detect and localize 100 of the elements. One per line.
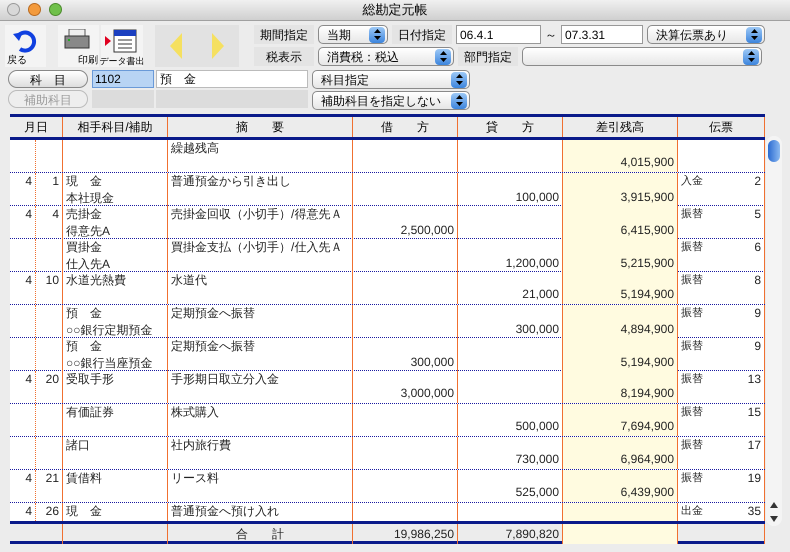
account-name: 賃借料	[66, 470, 103, 487]
vertical-scrollbar[interactable]	[766, 136, 782, 526]
stepper-icon	[435, 48, 451, 64]
left-triangle-icon	[170, 33, 182, 59]
slip-number: 9	[754, 305, 761, 322]
balance-cell: 6,415,900	[563, 206, 678, 240]
balance-cell: 6,964,900	[563, 437, 678, 469]
account-name: 売掛金	[66, 206, 103, 223]
slip-number: 5	[754, 206, 761, 223]
debit-cell: 3,000,000	[353, 371, 458, 403]
closing-entries-select[interactable]: 決算伝票あり	[647, 25, 765, 44]
slip-type: 振替	[681, 372, 703, 387]
slip-number: 6	[754, 239, 761, 256]
balance-cell: 5,215,900	[563, 239, 678, 273]
balance-cell: 3,915,900	[563, 173, 678, 207]
circular-arrow-icon	[12, 28, 38, 54]
day-cell: 10	[36, 272, 63, 304]
sub-account-name: ○○銀行定期預金	[66, 322, 154, 339]
balance-cell: 7,694,900	[563, 404, 678, 436]
account-name: 預 金	[66, 338, 103, 355]
month-cell: 4	[10, 470, 36, 502]
stepper-icon	[451, 72, 467, 88]
slip-type: 振替	[681, 438, 703, 453]
column-header: 月日	[10, 117, 63, 137]
export-button[interactable]: データ書出	[101, 25, 143, 67]
back-button[interactable]: 戻る	[5, 25, 46, 67]
account-button[interactable]: 科 目	[8, 70, 88, 88]
month-cell: 4	[10, 173, 36, 207]
description-cell: 買掛金支払（小切手）/仕入先Ａ	[168, 239, 353, 273]
description-cell: 普通預金から引き出し	[168, 173, 353, 207]
balance-cell: 5,194,900	[563, 272, 678, 304]
filter-label: 期間指定	[254, 25, 314, 44]
slip-type: 入金	[681, 174, 703, 189]
stepper-icon	[743, 48, 759, 64]
description-cell: 手形期日取立分入金	[168, 371, 353, 403]
account-code-field[interactable]: 1102	[92, 70, 154, 88]
month-cell: 4	[10, 272, 36, 304]
stepper-icon	[451, 92, 467, 108]
day-cell: 20	[36, 371, 63, 403]
slip-type: 振替	[681, 339, 703, 354]
description-cell: 社内旅行費	[168, 437, 353, 469]
slip-number: 17	[748, 437, 761, 454]
print-button[interactable]: 印刷	[58, 25, 99, 67]
slip-type: 振替	[681, 405, 703, 420]
sub-account-name: ○○銀行当座預金	[66, 355, 154, 372]
account-name: 現 金	[66, 173, 103, 190]
account-mode-select[interactable]: 科目指定	[312, 70, 470, 89]
sub-account-name: 得意先A	[66, 223, 112, 240]
account-name: 現 金	[66, 503, 103, 520]
slip-type: 振替	[681, 273, 703, 288]
total-label: 合 計	[168, 524, 353, 544]
total-debit: 19,986,250	[353, 524, 458, 544]
stepper-icon	[746, 26, 762, 42]
scroll-thumb[interactable]	[768, 140, 780, 162]
window-title: 総勘定元帳	[362, 1, 428, 20]
slip-type: 振替	[681, 240, 703, 255]
description-cell: 売掛金回収（小切手）/得意先Ａ	[168, 206, 353, 240]
day-cell: 1	[36, 173, 63, 207]
column-header: 借 方	[353, 117, 458, 137]
document-export-icon	[105, 29, 139, 53]
day-cell: 4	[36, 206, 63, 240]
printer-icon	[64, 29, 90, 51]
right-triangle-icon	[212, 33, 224, 59]
slip-number: 19	[748, 470, 761, 487]
account-name: 受取手形	[66, 371, 115, 388]
debit-cell: 300,000	[353, 338, 458, 372]
slip-number: 2	[754, 173, 761, 190]
sub-account-mode-select[interactable]: 補助科目を指定しない	[312, 91, 470, 110]
account-name: 諸口	[66, 437, 91, 454]
column-header: 相手科目/補助	[63, 117, 168, 137]
slip-number: 15	[748, 404, 761, 421]
slip-type: 出金	[681, 504, 703, 519]
balance-cell: 4,015,900	[563, 140, 678, 172]
account-name: 有価証券	[66, 404, 115, 421]
scroll-down-arrow-icon[interactable]	[770, 516, 778, 522]
date-from-field[interactable]: 06.4.1	[456, 25, 541, 44]
sub-account-name: 本社現金	[66, 190, 115, 207]
debit-cell: 2,500,000	[353, 206, 458, 240]
period-select[interactable]: 当期	[318, 25, 388, 44]
tax-display-select[interactable]: 消費税：税込	[318, 47, 454, 66]
balance-cell: 8,194,900	[563, 371, 678, 403]
date-to-field[interactable]: 07.3.31	[561, 25, 643, 44]
account-name-field[interactable]: 預 金	[156, 70, 308, 88]
minimize-window-control[interactable]	[28, 3, 41, 16]
sub-account-name: 仕入先A	[66, 256, 112, 273]
account-name: 水道光熱費	[66, 272, 127, 289]
department-select[interactable]	[522, 47, 762, 66]
balance-cell: 4,894,900	[563, 305, 678, 339]
slip-type: 振替	[681, 471, 703, 486]
description-cell: 繰越残高	[168, 140, 353, 172]
filter-label: 税表示	[254, 47, 314, 66]
description-cell: 定期預金へ振替	[168, 338, 353, 372]
slip-number: 8	[754, 272, 761, 289]
column-header: 差引残高	[563, 117, 678, 137]
scroll-up-arrow-icon[interactable]	[770, 502, 778, 508]
close-window-control[interactable]	[7, 3, 20, 16]
filter-label: 部門指定	[458, 47, 518, 66]
zoom-window-control[interactable]	[49, 3, 62, 16]
description-cell: 定期預金へ振替	[168, 305, 353, 339]
range-separator: ～	[545, 26, 557, 44]
